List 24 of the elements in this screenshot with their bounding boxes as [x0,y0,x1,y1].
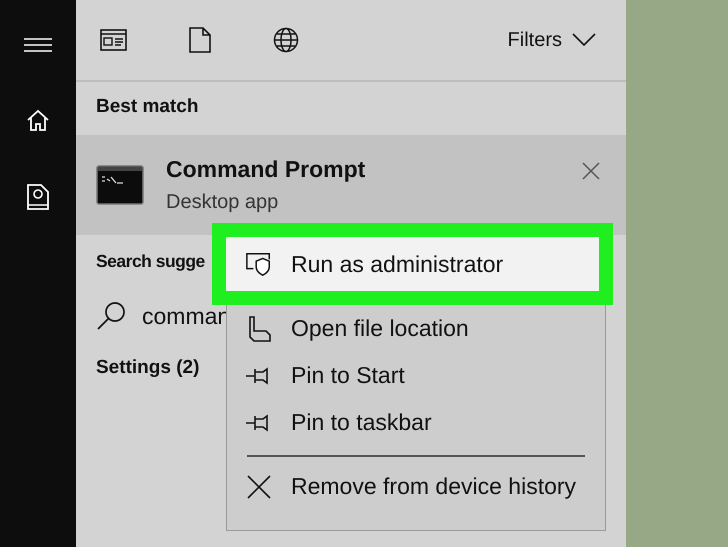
search-icon [96,301,126,331]
result-title: Command Prompt [166,156,366,183]
section-heading: Search sugge [96,251,205,273]
close-icon [247,474,271,498]
menu-item[interactable]: Run as administrator [212,223,613,305]
filters-button[interactable]: Filters [502,24,602,56]
result-subtitle: Desktop app [166,191,280,214]
menu-item[interactable]: Remove from device history [227,463,605,510]
section-heading: Settings (2) [96,357,200,379]
menu-item[interactable]: Pin to Start [227,352,605,399]
close-icon[interactable] [582,162,600,180]
section-heading: Best match [96,96,198,119]
news-icon[interactable] [100,29,127,51]
shield-icon [245,251,273,277]
menu-icon[interactable] [24,38,52,52]
result-row[interactable]: Command Prompt Desktop app [76,135,626,235]
globe-icon[interactable] [273,27,299,53]
file-icon[interactable] [189,27,211,53]
menu-item[interactable]: Open file location [227,305,605,352]
menu-item[interactable]: Pin to taskbar [227,399,605,446]
document-icon[interactable] [27,184,49,210]
chevron-icon [572,33,596,47]
command-prompt-icon [96,165,144,205]
home-icon[interactable] [26,109,50,131]
